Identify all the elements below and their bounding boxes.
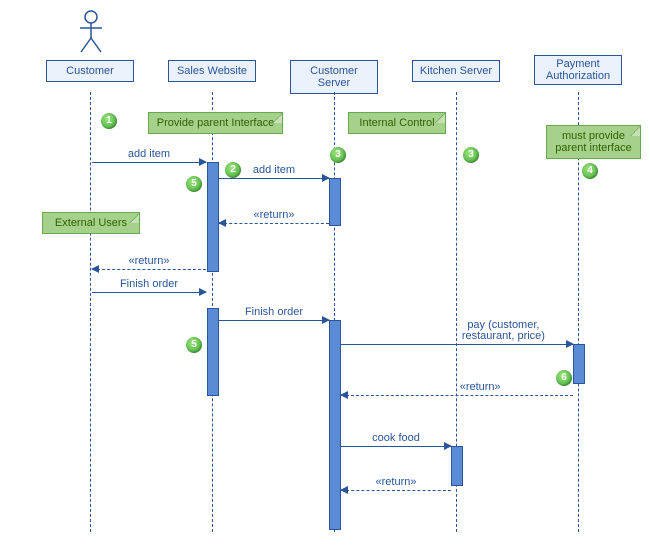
note-external-users: External Users (42, 212, 140, 234)
activation-kitchen (451, 446, 463, 486)
msg-add-item-2: add item (219, 178, 329, 179)
lifeline-payment: Payment Authorization (534, 55, 622, 85)
activation-payment (573, 344, 585, 384)
msg-finish-1: Finish order (92, 292, 206, 293)
note-internal-control: Internal Control (348, 112, 446, 134)
msg-label: Finish order (120, 278, 178, 290)
note-provide-interface: Provide parent Interface (148, 112, 283, 134)
msg-label: pay (customer, restaurant, price) (443, 320, 563, 342)
lifeline-custserver: Customer Server (290, 60, 378, 94)
msg-pay: pay (customer, restaurant, price) (341, 344, 573, 345)
badge-5a: 5 (186, 176, 202, 192)
lifeline-label: Sales Website (177, 65, 247, 77)
activation-custserver-1 (329, 178, 341, 226)
lifeline-customer: Customer (46, 60, 134, 82)
activation-custserver-2 (329, 320, 341, 530)
badge-3a: 3 (330, 147, 346, 163)
msg-label: «return» (376, 476, 417, 488)
lifeline-label: Customer Server (310, 65, 358, 89)
msg-return-1: «return» (219, 223, 329, 224)
badge-2: 2 (225, 162, 241, 178)
msg-label: add item (253, 164, 295, 176)
note-text: Internal Control (359, 117, 434, 129)
badge-1: 1 (101, 113, 117, 129)
badge-6: 6 (556, 370, 572, 386)
note-text: External Users (55, 217, 127, 229)
msg-return-3: «return» (341, 395, 573, 396)
activation-sales-1 (207, 162, 219, 272)
msg-finish-2: Finish order (219, 320, 329, 321)
lifeline-sales: Sales Website (168, 60, 256, 82)
note-text: must provide parent interface (555, 130, 631, 154)
msg-label: cook food (372, 432, 420, 444)
badge-3b: 3 (463, 147, 479, 163)
badge-4: 4 (582, 163, 598, 179)
msg-label: Finish order (245, 306, 303, 318)
actor-icon (74, 10, 108, 54)
lifeline-kitchen: Kitchen Server (412, 60, 500, 82)
msg-cook: cook food (341, 446, 451, 447)
lifeline-label: Customer (66, 65, 114, 77)
lifeline-line (90, 92, 91, 532)
note-text: Provide parent Interface (157, 117, 274, 129)
note-must-provide: must provide parent interface (546, 125, 641, 159)
msg-label: «return» (129, 255, 170, 267)
lifeline-label: Payment Authorization (546, 58, 610, 82)
msg-return-4: «return» (341, 490, 451, 491)
activation-sales-2 (207, 308, 219, 396)
msg-return-2: «return» (92, 269, 206, 270)
msg-label: add item (128, 148, 170, 160)
badge-5b: 5 (186, 337, 202, 353)
lifeline-label: Kitchen Server (420, 65, 492, 77)
msg-label: «return» (460, 381, 501, 393)
msg-label: «return» (254, 209, 295, 221)
msg-add-item-1: add item (92, 162, 206, 163)
